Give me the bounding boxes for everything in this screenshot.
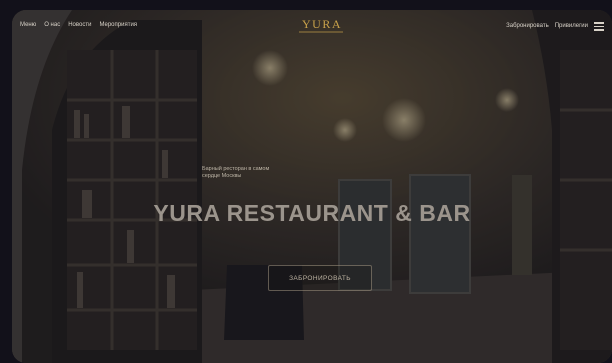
nav-link-privileges[interactable]: Привилегии [555,23,588,29]
brand-logo[interactable]: YURA [302,17,342,32]
hero-frame: Меню О нас Новости Мероприятия YURA Забр… [12,10,612,363]
nav-link-news[interactable]: Новости [68,22,91,28]
logo-underline [299,31,343,33]
nav-link-menu[interactable]: Меню [20,22,36,28]
nav-left-links: Меню О нас Новости Мероприятия [20,22,137,28]
nav-link-events[interactable]: Мероприятия [99,22,137,28]
book-table-button[interactable]: ЗАБРОНИРОВАТЬ [268,265,372,291]
nav-right-links: Забронировать Привилегии [506,22,604,31]
top-navigation: Меню О нас Новости Мероприятия YURA Забр… [12,10,612,44]
nav-link-book[interactable]: Забронировать [506,23,549,29]
hero-tagline: Барный ресторан в самом сердце Москвы [202,166,270,179]
restaurant-interior-photo [12,10,612,363]
hero-title: YURA RESTAURANT & BAR [153,200,471,226]
hamburger-menu-icon[interactable] [594,22,604,31]
nav-link-about[interactable]: О нас [44,22,60,28]
